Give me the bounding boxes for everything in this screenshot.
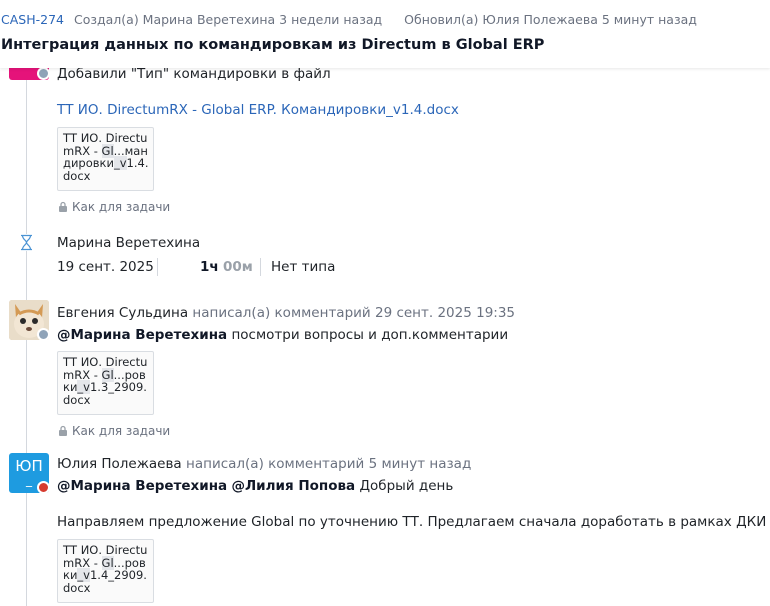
attachment-thumbnail[interactable]: ТТ ИО. Directu mRX - Gl...ман дировки_v1…	[57, 127, 154, 191]
comment-header: Юлия Полежаева написал(а) комментарий 5 …	[57, 456, 471, 472]
visibility-label: Как для задачи	[72, 424, 171, 438]
worklog-type: Нет типа	[271, 259, 336, 275]
user-mention[interactable]: @Марина Веретехина	[57, 327, 227, 343]
thumbnail-line: дировки_v1.4.	[63, 156, 149, 170]
status-badge	[37, 67, 50, 80]
comment-text: @Марина Веретехина @Лилия Попова Добрый …	[57, 478, 453, 494]
comment-greeting: Добрый день	[359, 478, 454, 494]
issue-header: CASH-274 Создал(а) Марина Веретехина 3 н…	[0, 0, 770, 68]
worklog-minutes: 00м	[222, 259, 253, 275]
worklog-time-spent: 1ч 00м	[200, 259, 253, 275]
comment-text: @Марина Веретехина посмотри вопросы и до…	[57, 327, 508, 343]
worklog-date: 19 сент. 2025	[57, 259, 154, 275]
visibility-setting[interactable]: Как для задачи	[58, 200, 170, 214]
created-info: Создал(а) Марина Веретехина 3 недели наз…	[73, 12, 383, 27]
thumbnail-line: docx	[63, 168, 91, 183]
worklog-author[interactable]: Марина Веретехина	[57, 235, 200, 251]
user-mention[interactable]: @Лилия Попова	[231, 478, 355, 494]
visibility-label: Как для задачи	[72, 200, 171, 214]
issue-key-link[interactable]: CASH-274	[1, 12, 64, 27]
lock-icon	[58, 425, 68, 437]
comment-header: Евгения Сульдина написал(а) комментарий …	[57, 305, 515, 321]
divider	[260, 258, 261, 276]
thumbnail-line: docx	[63, 580, 91, 595]
hourglass-icon	[19, 234, 34, 251]
attachment-thumbnail[interactable]: ТТ ИО. Directu mRX - Gl...ров ки_v1.4_29…	[57, 539, 154, 603]
comment-author[interactable]: Евгения Сульдина	[57, 305, 188, 321]
thumbnail-line: ТТ ИО. Directu	[63, 355, 148, 369]
thumbnail-line: ки_v1.3_2909.	[63, 380, 147, 394]
issue-title: Интеграция данных по командировкам из Di…	[1, 37, 545, 53]
comment-author[interactable]: Юлия Полежаева	[57, 456, 182, 472]
comment-body: Направляем предложение Global по уточнен…	[57, 514, 770, 530]
issue-meta: CASH-274 Создал(а) Марина Веретехина 3 н…	[1, 12, 697, 27]
visibility-setting[interactable]: Как для задачи	[58, 424, 170, 438]
thumbnail-line: docx	[63, 392, 91, 407]
thumbnail-line: ТТ ИО. Directu	[63, 131, 148, 145]
attachment-thumbnail[interactable]: ТТ ИО. Directu mRX - Gl...ров ки_v1.3_29…	[57, 351, 154, 415]
comment-text: Добавили "Тип" командировки в файл	[57, 66, 331, 82]
thumbnail-line: ки_v1.4_2909.	[63, 568, 147, 582]
attachment-link[interactable]: ТТ ИО. DirectumRX - Global ERP. Командир…	[57, 102, 459, 118]
user-mention[interactable]: @Марина Веретехина	[57, 478, 227, 494]
avatar-dash: _	[26, 473, 32, 487]
lock-icon	[58, 201, 68, 213]
worklog-hours: 1ч	[200, 259, 219, 275]
comment-body: посмотри вопросы и доп.комментарии	[231, 327, 509, 343]
updated-info: Обновил(а) Юлия Полежаева 5 минут назад	[404, 12, 697, 27]
comment-action: написал(а) комментарий 29 сент. 2025 19:…	[192, 305, 516, 321]
status-badge	[37, 481, 50, 494]
status-badge	[37, 328, 50, 341]
divider	[157, 258, 158, 276]
thumbnail-line: ТТ ИО. Directu	[63, 543, 148, 557]
comment-action: написал(а) комментарий 5 минут назад	[186, 456, 472, 472]
